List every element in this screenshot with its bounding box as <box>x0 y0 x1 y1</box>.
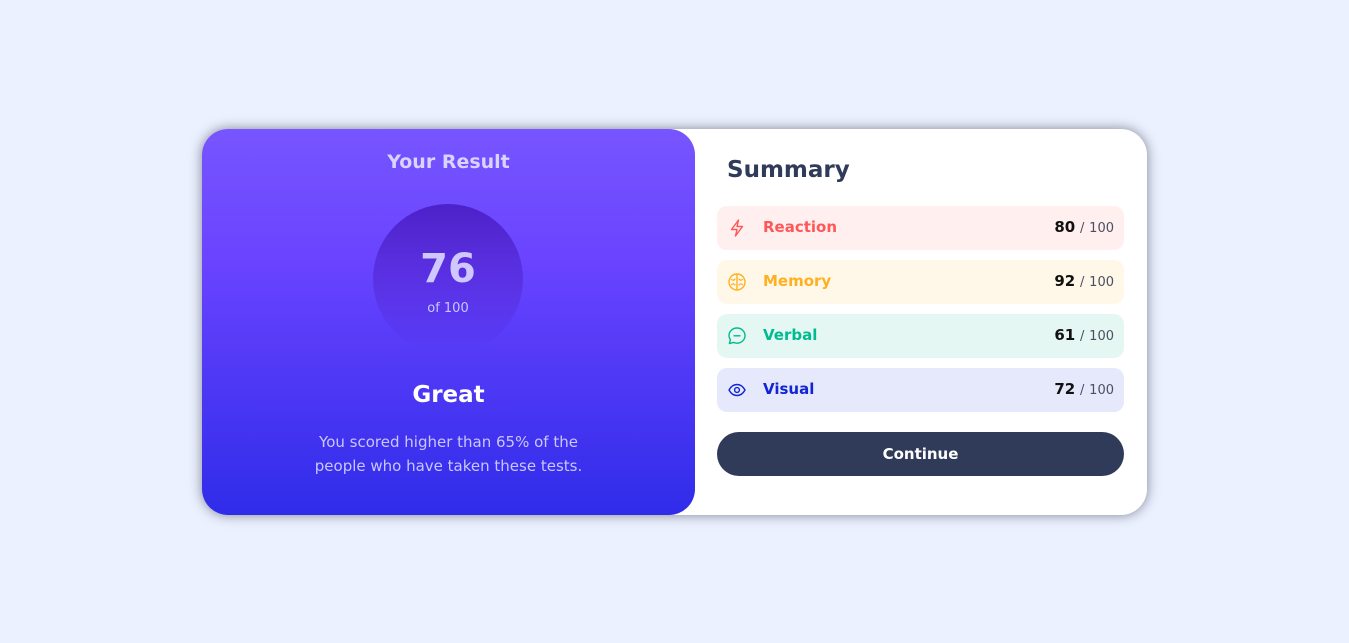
summary-panel: Summary Reaction 80 / 100 Memory 92 / 10… <box>695 129 1147 515</box>
result-description: You scored higher than 65% of the people… <box>314 433 583 475</box>
lightning-icon <box>727 218 747 238</box>
result-title: Your Result <box>387 151 510 173</box>
score-value: 80 <box>1054 218 1076 236</box>
score-max: 100 <box>1089 275 1114 290</box>
summary-item-visual: Visual 72 / 100 <box>717 368 1124 412</box>
summary-item-score: 72 / 100 <box>1054 380 1114 398</box>
score-max-label: of 100 <box>427 301 469 316</box>
summary-item-verbal: Verbal 61 / 100 <box>717 314 1124 358</box>
score-max: 100 <box>1089 383 1114 398</box>
score-circle: 76 of 100 <box>373 204 523 354</box>
score-value: 61 <box>1054 326 1076 344</box>
score-separator: / <box>1080 329 1085 344</box>
score-separator: / <box>1080 221 1085 236</box>
overall-score: 76 <box>420 246 476 292</box>
summary-item-label: Memory <box>763 272 832 290</box>
chat-bubble-icon <box>727 326 747 346</box>
result-verdict: Great <box>412 382 485 408</box>
continue-button[interactable]: Continue <box>717 432 1124 476</box>
summary-title: Summary <box>727 157 850 183</box>
summary-item-memory: Memory 92 / 100 <box>717 260 1124 304</box>
results-summary-card: Your Result 76 of 100 Great You scored h… <box>202 129 1147 515</box>
score-max: 100 <box>1089 221 1114 236</box>
score-separator: / <box>1080 383 1085 398</box>
summary-item-label: Reaction <box>763 218 838 236</box>
score-value: 72 <box>1054 380 1076 398</box>
summary-item-reaction: Reaction 80 / 100 <box>717 206 1124 250</box>
score-max: 100 <box>1089 329 1114 344</box>
brain-icon <box>727 272 747 292</box>
result-panel: Your Result 76 of 100 Great You scored h… <box>202 129 695 515</box>
eye-icon <box>727 380 747 400</box>
summary-item-score: 80 / 100 <box>1054 218 1114 236</box>
score-value: 92 <box>1054 272 1076 290</box>
summary-item-score: 61 / 100 <box>1054 326 1114 344</box>
score-separator: / <box>1080 275 1085 290</box>
summary-item-label: Verbal <box>763 326 818 344</box>
summary-item-label: Visual <box>763 380 815 398</box>
summary-item-score: 92 / 100 <box>1054 272 1114 290</box>
